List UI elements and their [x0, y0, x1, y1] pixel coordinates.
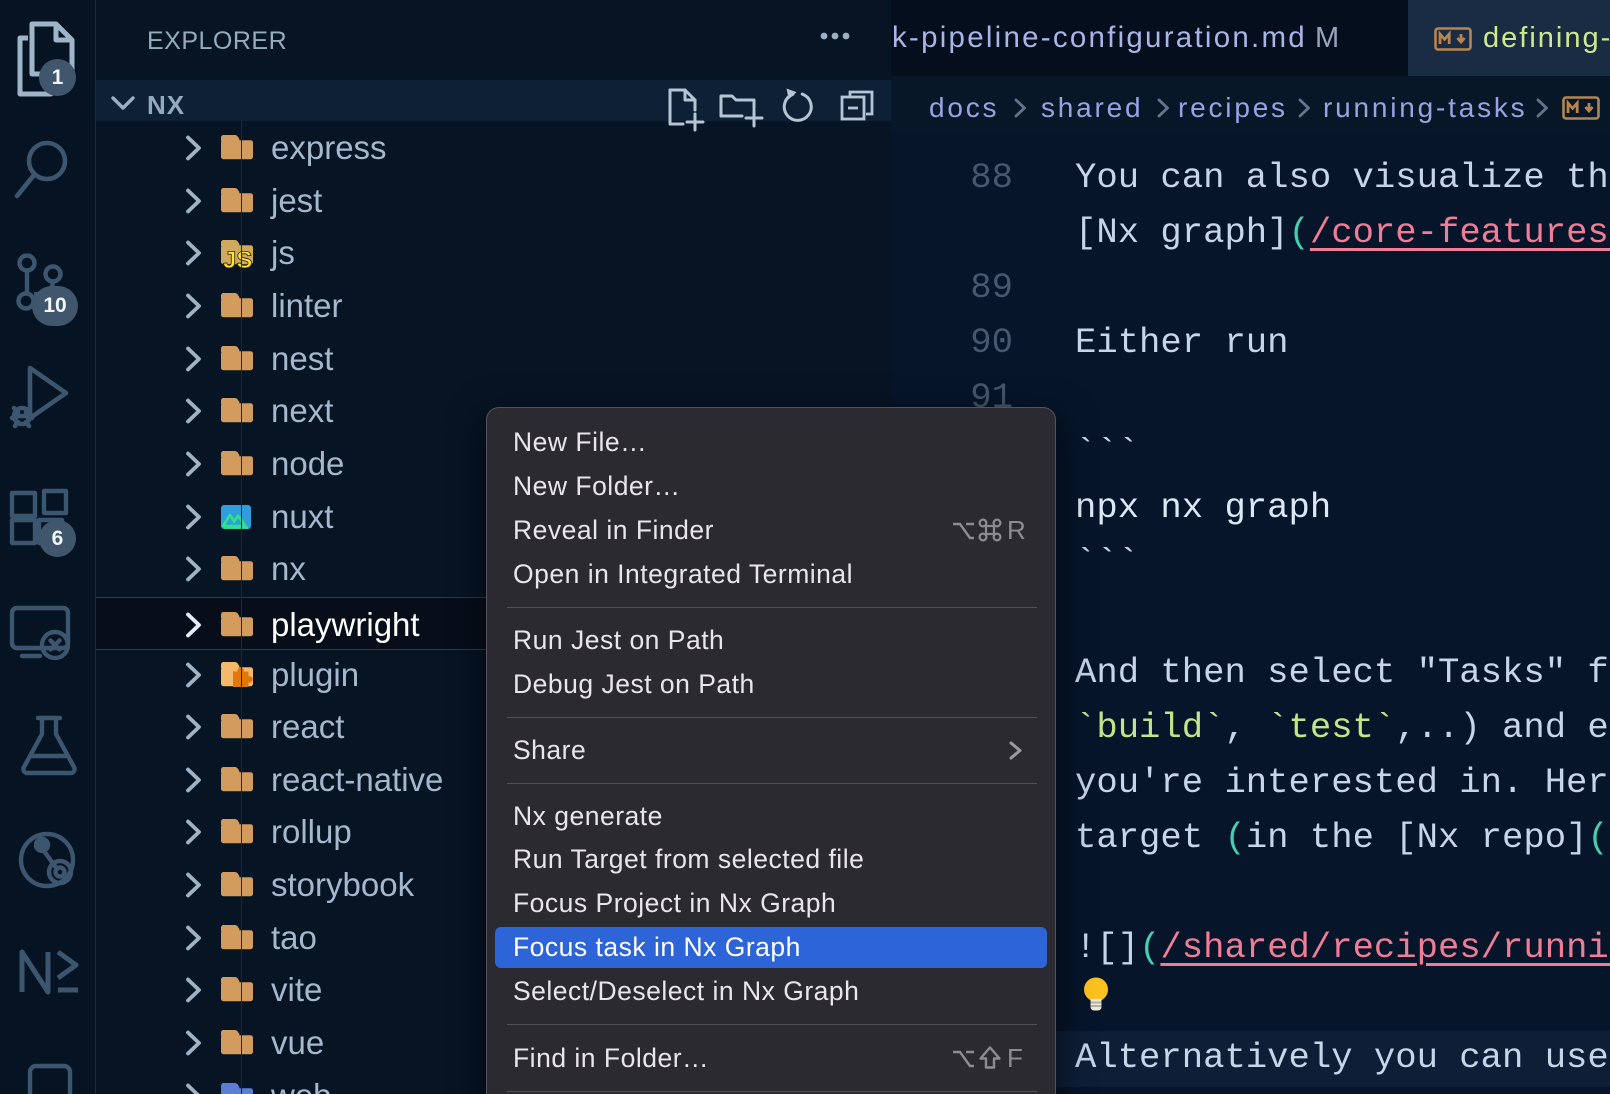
svg-text:JS: JS	[223, 247, 252, 271]
